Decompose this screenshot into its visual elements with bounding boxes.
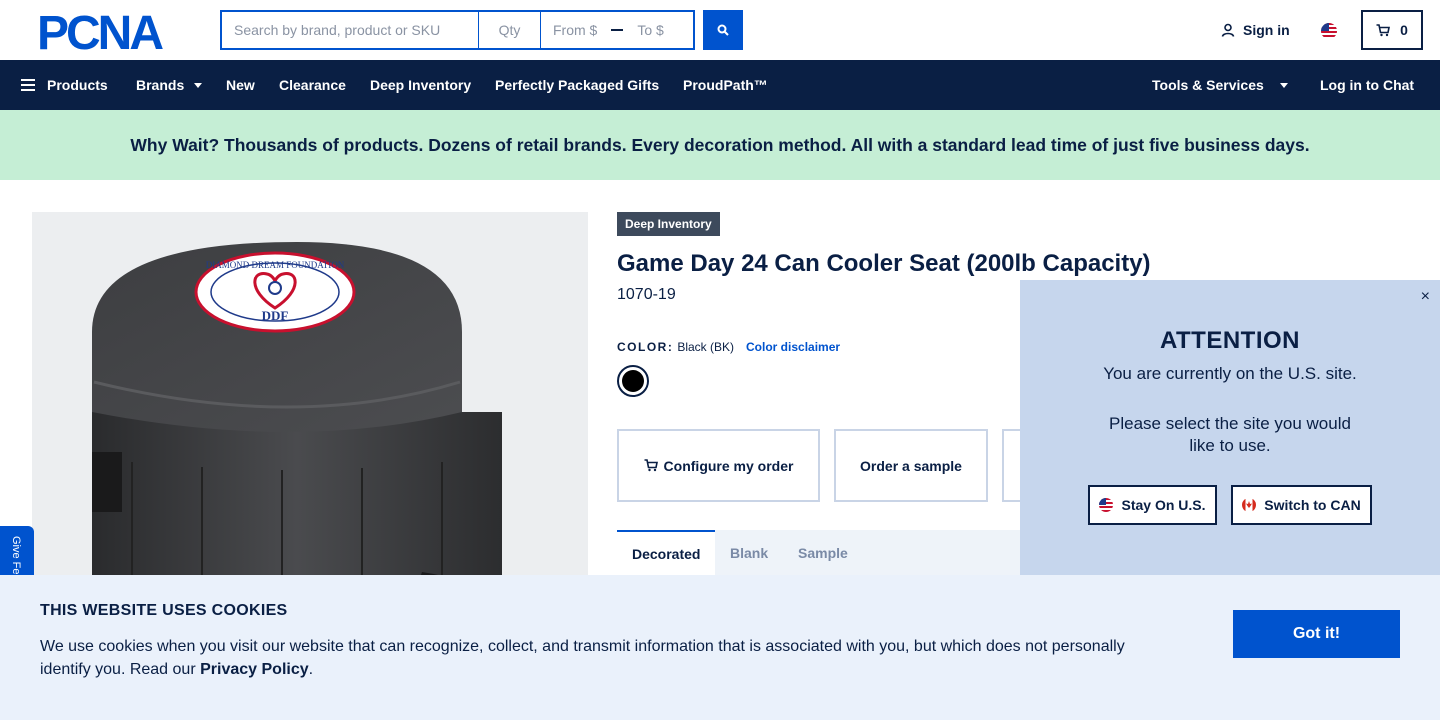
color-swatch-black[interactable] [617, 365, 649, 397]
tab-decorated[interactable]: Decorated [617, 530, 716, 575]
canada-flag-icon [1242, 498, 1257, 512]
modal-message-current-site: You are currently on the U.S. site. [1103, 364, 1357, 383]
nav-deep-inventory[interactable]: Deep Inventory [370, 60, 471, 110]
chevron-down-icon [1279, 82, 1288, 88]
switch-can-button[interactable]: Switch to CAN [1231, 485, 1372, 525]
search-input[interactable]: Search by brand, product or SKU [222, 12, 479, 48]
search-button[interactable] [703, 10, 743, 50]
main-nav: Products Brands New Clearance Deep Inven… [0, 60, 1440, 110]
close-icon[interactable]: × [1421, 288, 1430, 306]
cart-count: 0 [1400, 22, 1408, 38]
product-title: Game Day 24 Can Cooler Seat (200lb Capac… [617, 250, 1151, 277]
stay-us-button[interactable]: Stay On U.S. [1088, 485, 1217, 525]
cookie-period: . [308, 661, 314, 678]
imprint-abbr: DDF [262, 308, 289, 323]
feedback-label: Give Feedback [10, 536, 22, 578]
site-selector-modal: × ATTENTION You are currently on the U.S… [1020, 280, 1440, 575]
cart-icon [644, 459, 658, 472]
nav-clearance[interactable]: Clearance [279, 60, 346, 110]
price-range: From $ To $ [541, 12, 693, 48]
order-sample-button[interactable]: Order a sample [834, 429, 988, 502]
color-value: Black (BK) [677, 340, 735, 354]
nav-brands-label: Brands [136, 77, 185, 93]
tab-sample[interactable]: Sample [798, 530, 848, 575]
cookie-banner: THIS WEBSITE USES COOKIES We use cookies… [0, 575, 1440, 720]
sign-in-link[interactable]: Sign in [1221, 22, 1290, 38]
cart-button[interactable]: 0 [1361, 10, 1423, 50]
accept-cookies-button[interactable]: Got it! [1233, 610, 1400, 658]
user-icon [1221, 23, 1235, 37]
color-disclaimer-link[interactable]: Color disclaimer [746, 340, 840, 354]
cookie-heading: THIS WEBSITE USES COOKIES [40, 602, 288, 619]
nav-new[interactable]: New [226, 60, 255, 110]
sign-in-label: Sign in [1243, 22, 1290, 38]
switch-can-label: Switch to CAN [1264, 497, 1361, 513]
nav-gifts[interactable]: Perfectly Packaged Gifts [495, 60, 659, 110]
chevron-down-icon [194, 82, 203, 88]
qty-input[interactable]: Qty [479, 12, 541, 48]
imprint-text: DIAMOND DREAM FOUNDATION [206, 260, 345, 270]
color-row: COLOR: Black (BK) Color disclaimer [617, 340, 840, 354]
configure-order-button[interactable]: Configure my order [617, 429, 820, 502]
site-header: PCNA Search by brand, product or SKU Qty… [0, 0, 1440, 60]
search-icon [717, 24, 729, 36]
privacy-policy-link[interactable]: Privacy Policy [200, 661, 309, 678]
nav-tools[interactable]: Tools & Services [1152, 60, 1288, 110]
swatch-dot [622, 370, 644, 392]
order-sample-label: Order a sample [860, 457, 962, 474]
cookie-text: We use cookies when you visit our websit… [40, 635, 1150, 681]
us-flag-icon[interactable] [1321, 23, 1337, 39]
feedback-tab[interactable]: Give Feedback [0, 526, 34, 578]
cart-icon [1376, 23, 1391, 36]
nav-brands[interactable]: Brands [136, 60, 203, 110]
color-label: COLOR: [617, 340, 674, 354]
logo-text: PCNA [37, 12, 163, 52]
nav-tools-label: Tools & Services [1152, 77, 1264, 93]
promo-banner: Why Wait? Thousands of products. Dozens … [0, 110, 1440, 180]
range-dash [611, 29, 624, 31]
modal-message-select: Please select the site you would like to… [1109, 414, 1351, 455]
modal-heading: ATTENTION [1159, 327, 1301, 354]
tab-blank[interactable]: Blank [730, 530, 768, 575]
product-sku: 1070-19 [617, 286, 676, 303]
deep-inventory-badge: Deep Inventory [617, 212, 720, 236]
price-from-input[interactable]: From $ [553, 22, 597, 38]
hamburger-icon [21, 79, 35, 91]
nav-proudpath[interactable]: ProudPath™ [683, 60, 768, 110]
configure-order-label: Configure my order [663, 457, 794, 474]
pcna-logo[interactable]: PCNA [37, 7, 185, 60]
search-bar: Search by brand, product or SKU Qty From… [220, 10, 695, 50]
price-to-input[interactable]: To $ [637, 22, 663, 38]
nav-chat-login[interactable]: Log in to Chat [1320, 60, 1414, 110]
stay-us-label: Stay On U.S. [1121, 497, 1206, 513]
nav-products[interactable]: Products [21, 60, 108, 110]
nav-products-label: Products [47, 77, 108, 93]
promo-text: Why Wait? Thousands of products. Dozens … [130, 134, 1310, 155]
us-flag-icon [1099, 498, 1114, 512]
